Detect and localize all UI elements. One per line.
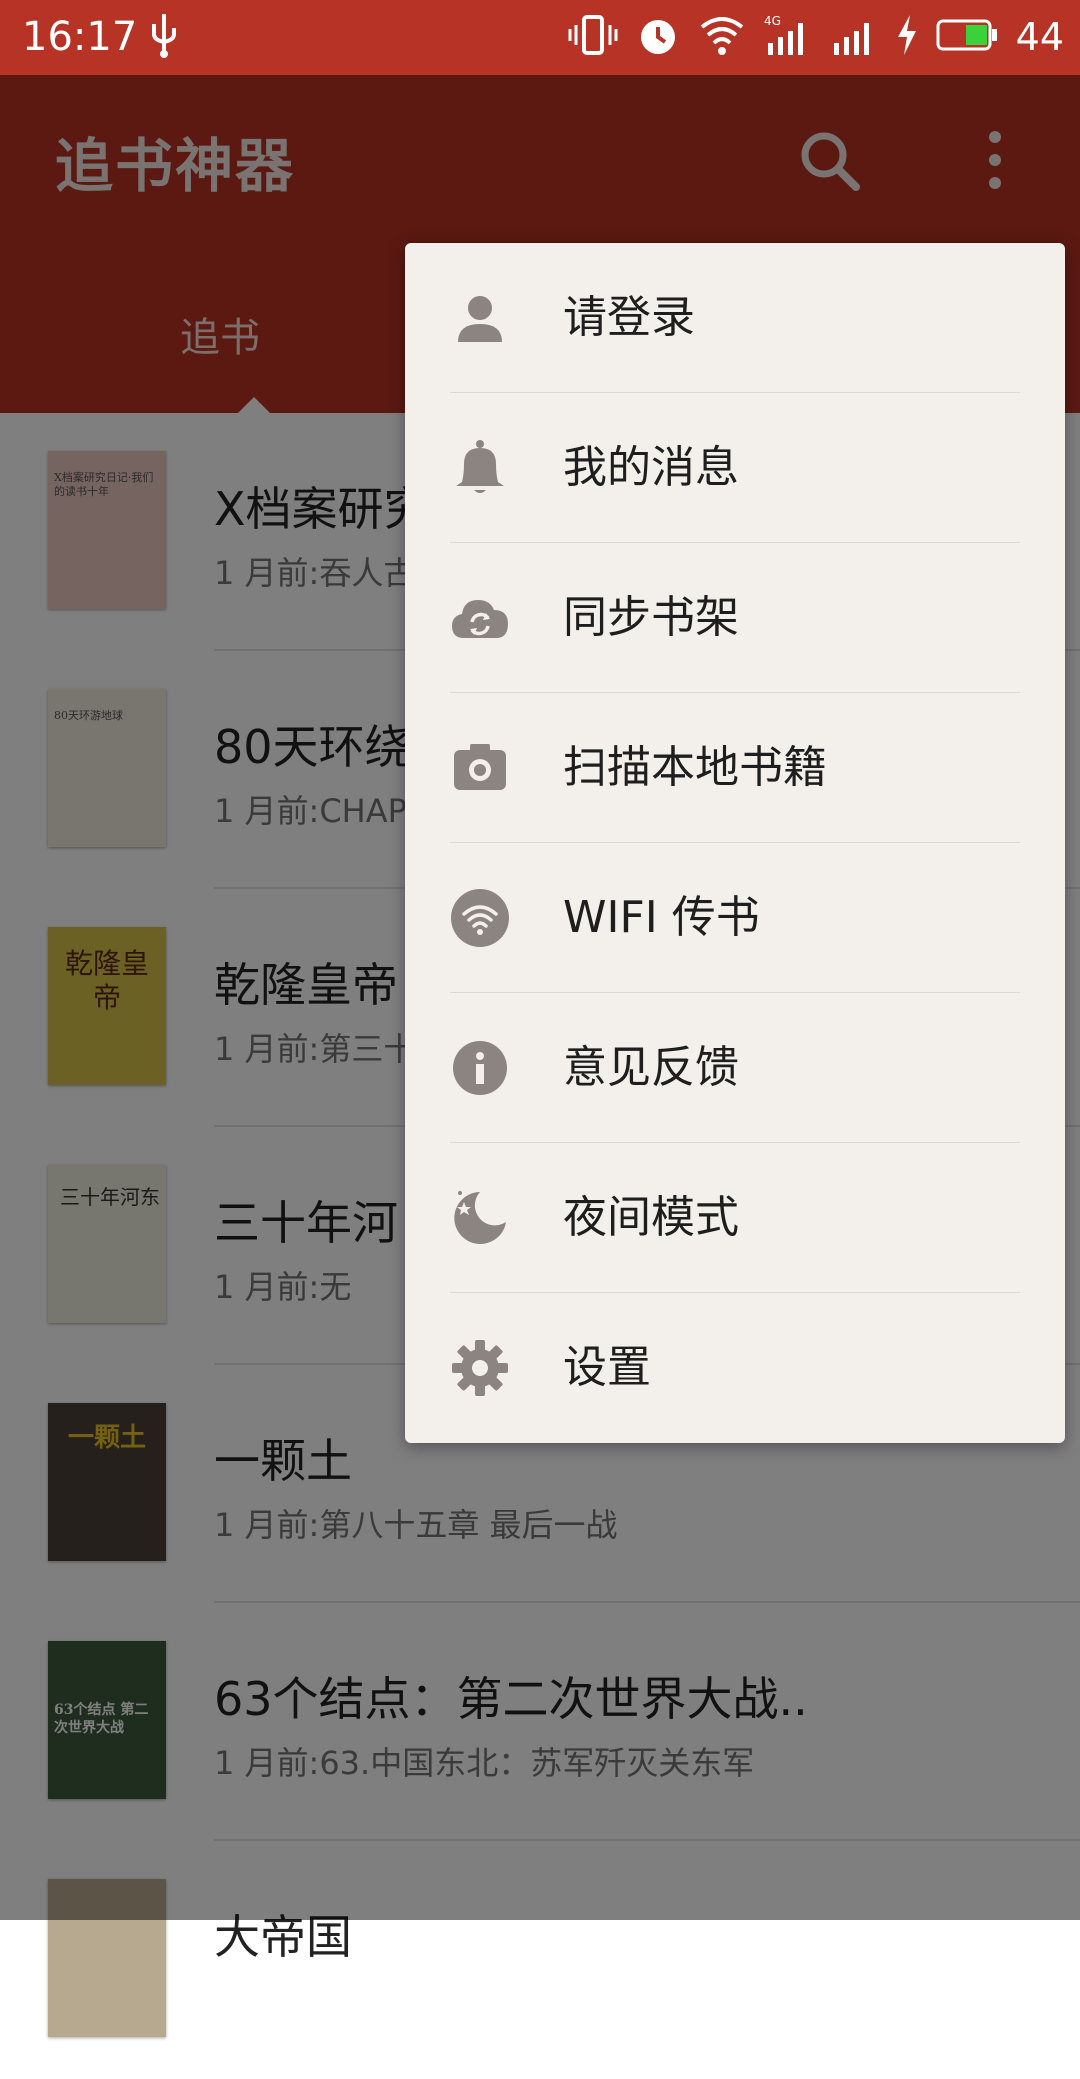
menu-item-label: 夜间模式 [563, 1192, 739, 1243]
status-bar: 16:17 4G 44 [0, 0, 1080, 75]
wifi-status-icon [698, 13, 746, 61]
svg-text:4G: 4G [764, 14, 781, 28]
menu-item-label: WIFI 传书 [563, 892, 760, 943]
menu-item-label: 我的消息 [563, 442, 739, 493]
alarm-icon [636, 13, 680, 61]
overflow-menu: 请登录 我的消息 同步书架 扫描本地书籍 WIFI 传书 意见反馈 夜间模式 设… [405, 243, 1065, 1443]
gear-icon [452, 1340, 508, 1396]
signal-4g-icon: 4G [764, 13, 812, 61]
menu-item-label: 扫描本地书籍 [563, 742, 827, 793]
menu-item-messages[interactable]: 我的消息 [405, 393, 1065, 543]
menu-item-label: 设置 [563, 1342, 651, 1393]
info-icon [453, 1041, 507, 1095]
signal-icon [830, 13, 878, 61]
battery-icon [936, 17, 998, 57]
menu-item-wifi-transfer[interactable]: WIFI 传书 [405, 843, 1065, 993]
moon-icon [454, 1191, 506, 1244]
cloud-sync-icon [452, 600, 508, 638]
battery-level: 44 [1015, 15, 1064, 59]
usb-icon [148, 12, 180, 64]
menu-item-feedback[interactable]: 意见反馈 [405, 993, 1065, 1143]
status-time: 16:17 [22, 14, 138, 60]
vibrate-icon [568, 13, 618, 61]
bell-icon [456, 440, 504, 493]
menu-item-settings[interactable]: 设置 [405, 1293, 1065, 1443]
user-icon [458, 296, 502, 342]
menu-item-sync-shelf[interactable]: 同步书架 [405, 543, 1065, 693]
menu-item-login[interactable]: 请登录 [405, 243, 1065, 393]
menu-item-night-mode[interactable]: 夜间模式 [405, 1143, 1065, 1293]
camera-icon [454, 744, 506, 790]
menu-item-label: 请登录 [563, 292, 695, 343]
charging-icon [896, 13, 918, 61]
menu-item-label: 意见反馈 [563, 1042, 739, 1093]
menu-item-label: 同步书架 [563, 592, 739, 643]
menu-item-scan-local[interactable]: 扫描本地书籍 [405, 693, 1065, 843]
wifi-icon [451, 889, 509, 947]
